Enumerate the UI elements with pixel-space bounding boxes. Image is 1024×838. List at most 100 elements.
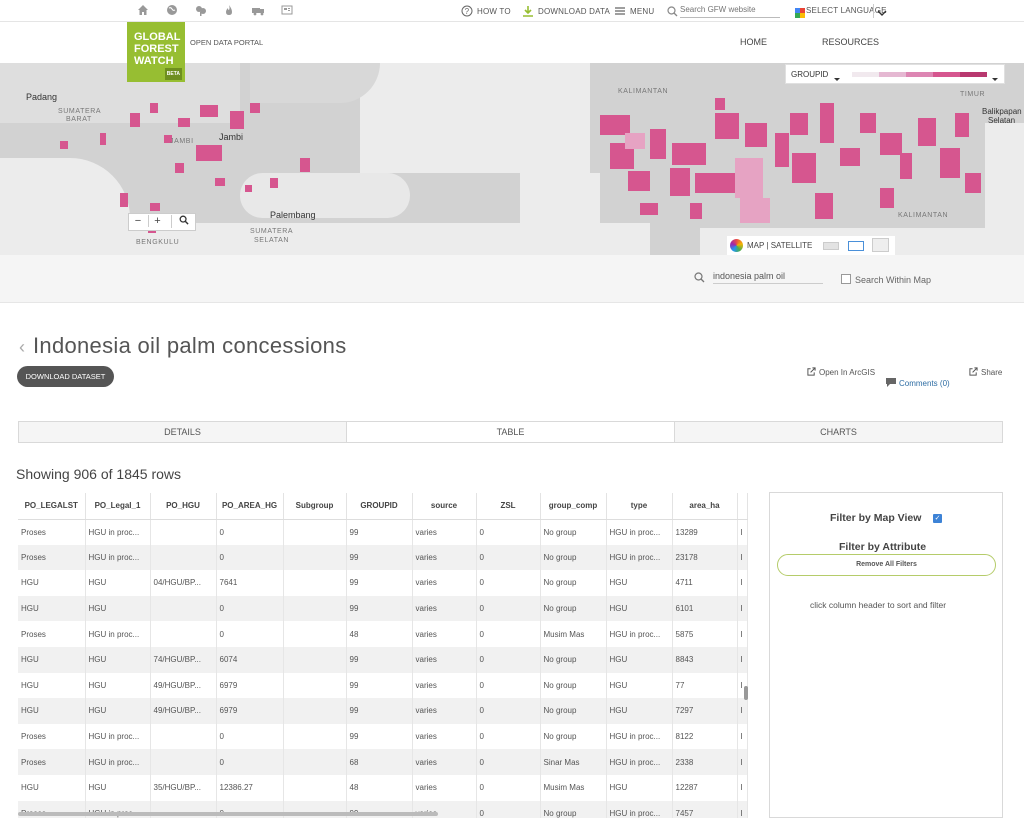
download-dataset-button[interactable]: DOWNLOAD DATASET bbox=[17, 366, 114, 387]
column-header[interactable]: PO_Legal_1 bbox=[85, 493, 151, 520]
tab-table[interactable]: TABLE bbox=[347, 422, 675, 442]
concession-polygon bbox=[150, 103, 158, 113]
basemap-thumb[interactable] bbox=[872, 238, 889, 252]
vertical-scrollbar[interactable] bbox=[744, 686, 748, 700]
table-cell bbox=[283, 570, 347, 596]
column-header[interactable]: type bbox=[606, 493, 673, 520]
search-within-map-checkbox[interactable] bbox=[841, 274, 851, 284]
concession-polygon bbox=[790, 113, 808, 135]
table-cell: Proses bbox=[18, 621, 86, 647]
map-sea bbox=[240, 173, 410, 218]
gfw-logo[interactable]: GLOBAL FOREST WATCH BETA bbox=[127, 22, 185, 82]
filter-hint: click column header to sort and filter bbox=[810, 600, 947, 610]
column-header[interactable]: source bbox=[412, 493, 477, 520]
truck-icon[interactable] bbox=[251, 4, 265, 18]
map-label: JAMBI bbox=[170, 138, 194, 145]
zoom-out-button[interactable]: − bbox=[129, 215, 147, 227]
search-location-button[interactable] bbox=[171, 215, 195, 228]
tab-charts[interactable]: CHARTS bbox=[675, 422, 1002, 442]
back-chevron-icon[interactable]: ‹ bbox=[19, 337, 25, 358]
home-icon[interactable] bbox=[136, 4, 150, 18]
concession-polygon bbox=[775, 133, 789, 167]
column-header[interactable]: area_ha bbox=[672, 493, 738, 520]
concession-polygon bbox=[860, 113, 876, 133]
table-row[interactable]: ProsesHGU in proc...099varies0No groupHG… bbox=[18, 544, 748, 571]
remove-all-filters-button[interactable]: Remove All Filters bbox=[777, 554, 996, 576]
comments-link[interactable]: Comments (0) bbox=[886, 378, 950, 388]
table-cell: 12287 bbox=[672, 774, 738, 801]
open-arcgis-label: Open In ArcGIS bbox=[819, 368, 876, 377]
column-header[interactable] bbox=[737, 493, 748, 520]
table-cell: varies bbox=[412, 698, 477, 724]
table-cell: 68 bbox=[346, 749, 413, 775]
table-row[interactable]: HGU HGU 35/HGU/BP... 12386.27 48 varies 0 Musim… bbox=[18, 774, 748, 801]
map-sea bbox=[985, 123, 1024, 228]
zoom-in-button[interactable]: + bbox=[148, 215, 166, 227]
table-cell: varies bbox=[412, 723, 477, 750]
concession-polygon bbox=[100, 133, 106, 145]
data-table-container[interactable]: PO_LEGALST PO_Legal_1 PO_HGU PO_AREA_HG Subg… bbox=[18, 493, 753, 818]
globe-icon[interactable] bbox=[165, 4, 179, 18]
concession-polygon bbox=[815, 193, 833, 219]
table-row[interactable]: ProsesHGU in proc...099varies0No groupHG… bbox=[18, 723, 748, 750]
concession-polygon bbox=[690, 203, 702, 219]
filter-by-map-view-checkbox[interactable]: ✓ bbox=[933, 514, 942, 523]
dataset-search-input[interactable] bbox=[713, 268, 823, 284]
concession-polygon bbox=[820, 103, 834, 143]
share-link[interactable]: Share bbox=[969, 367, 1002, 377]
map-label: TIMUR bbox=[960, 91, 986, 98]
concession-polygon bbox=[900, 153, 912, 179]
table-cell: 0 bbox=[476, 723, 541, 750]
concession-polygon bbox=[300, 158, 310, 172]
table-cell: HGU in proc... bbox=[85, 749, 151, 775]
map-legend[interactable]: GROUPID bbox=[785, 64, 1005, 84]
table-row[interactable]: HGU HGU 49/HGU/BP... 6979 99 varies 0 No group H… bbox=[18, 672, 748, 699]
basemap-thumb[interactable] bbox=[848, 241, 864, 251]
how-to-link[interactable]: ? HOW TO bbox=[461, 5, 511, 17]
table-cell: varies bbox=[412, 595, 477, 622]
column-header[interactable]: PO_LEGALST bbox=[18, 493, 86, 520]
caret-down-icon[interactable] bbox=[991, 70, 999, 88]
grid-icon[interactable] bbox=[280, 4, 294, 18]
table-row[interactable]: HGU HGU 74/HGU/BP... 6074 99 varies 0 No group H… bbox=[18, 646, 748, 673]
column-header[interactable]: PO_AREA_HG bbox=[216, 493, 284, 520]
legend-swatch bbox=[960, 72, 987, 77]
nav-home[interactable]: HOME bbox=[740, 37, 767, 47]
table-cell: 99 bbox=[346, 646, 413, 673]
caret-down-icon[interactable] bbox=[833, 70, 841, 88]
column-header[interactable]: PO_HGU bbox=[150, 493, 217, 520]
open-arcgis-link[interactable]: Open In ArcGIS bbox=[807, 367, 875, 377]
map-label: SUMATERA bbox=[250, 228, 294, 235]
download-data-link[interactable]: DOWNLOAD DATA bbox=[522, 5, 610, 17]
search-within-map[interactable]: Search Within Map bbox=[841, 274, 931, 285]
fire-icon[interactable] bbox=[222, 4, 236, 18]
zoom-controls: − + bbox=[128, 213, 196, 231]
search-input[interactable] bbox=[680, 2, 780, 18]
basemap-toggle[interactable]: MAP | SATELLITE bbox=[747, 241, 812, 250]
nav-resources[interactable]: RESOURCES bbox=[822, 37, 879, 47]
select-language[interactable]: SELECT LANGUAGE bbox=[806, 6, 887, 15]
table-row[interactable]: Proses HGU in proc... 0 68 varies 0 Sinar Mas H… bbox=[18, 749, 748, 775]
table-row[interactable]: HGU HGU 0 99 varies 0 No group HGU 6101 I bbox=[18, 595, 748, 622]
tree-icon[interactable] bbox=[194, 4, 208, 18]
table-row[interactable]: ProsesHGU in proc...099varies0No groupHG… bbox=[18, 519, 748, 545]
column-header[interactable]: group_comp bbox=[540, 493, 607, 520]
menu-link[interactable]: MENU bbox=[614, 5, 654, 17]
table-cell: 0 bbox=[476, 519, 541, 545]
table-row[interactable]: Proses HGU in proc... 0 48 varies 0 Musim Mas H… bbox=[18, 621, 748, 647]
table-row[interactable]: HGU HGU 04/HGU/BP... 7641 99 varies 0 No group H… bbox=[18, 570, 748, 596]
table-cell bbox=[150, 749, 217, 775]
color-wheel-icon[interactable] bbox=[730, 239, 743, 252]
tab-details[interactable]: DETAILS bbox=[19, 422, 347, 442]
horizontal-scrollbar[interactable] bbox=[18, 812, 438, 816]
search-icon bbox=[179, 215, 189, 225]
basemap-thumb[interactable] bbox=[823, 242, 839, 250]
column-header[interactable]: GROUPID bbox=[346, 493, 413, 520]
concession-polygon bbox=[695, 173, 735, 193]
column-header[interactable]: ZSL bbox=[476, 493, 541, 520]
table-row[interactable]: HGU HGU 49/HGU/BP... 6979 99 varies 0 No group H… bbox=[18, 698, 748, 724]
table-cell: Sinar Mas bbox=[540, 749, 607, 775]
column-header[interactable]: Subgroup bbox=[283, 493, 347, 520]
chevron-down-icon[interactable] bbox=[877, 5, 887, 23]
table-cell: No group bbox=[540, 544, 607, 571]
